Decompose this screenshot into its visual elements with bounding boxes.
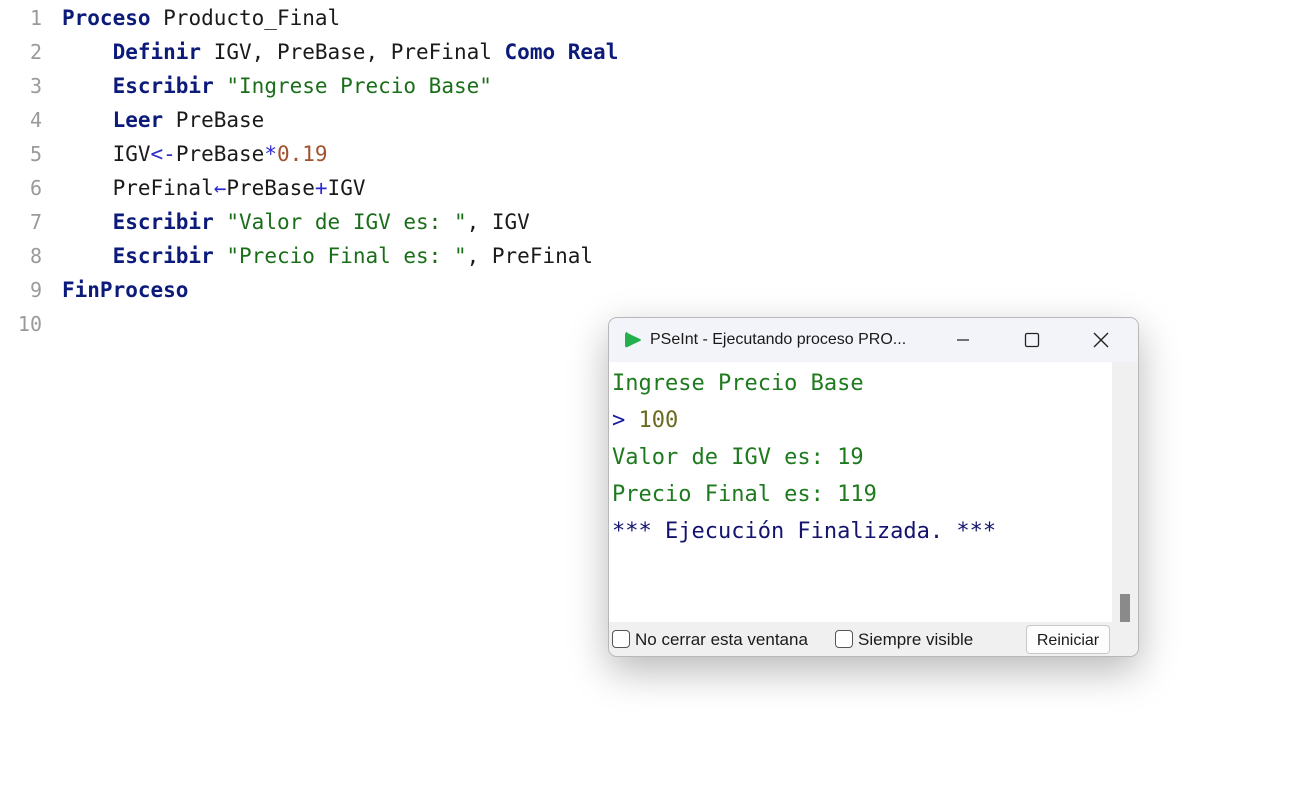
code-text: Definir IGV, PreBase, PreFinal Como Real [62, 35, 619, 69]
identifier-token [555, 40, 568, 64]
identifier-token: IGV, PreBase, PreFinal [201, 40, 505, 64]
line-number: 4 [29, 108, 42, 132]
identifier-token [62, 244, 113, 268]
keyword-token: Escribir [112, 210, 214, 234]
siempre-visible-checkbox[interactable] [835, 630, 853, 648]
identifier-token: IGV [62, 142, 151, 166]
maximize-button[interactable] [999, 318, 1065, 362]
code-text: IGV<-PreBase*0.19 [62, 137, 328, 171]
minimize-icon [957, 339, 969, 341]
identifier-token: , IGV [466, 210, 530, 234]
identifier-token: IGV [327, 176, 366, 200]
execution-window: PSeInt - Ejecutando proceso PRO... Ingre… [608, 317, 1139, 657]
string-token: "Precio Final es: " [226, 244, 467, 268]
operator-token: <- [150, 142, 176, 166]
keyword-token: Como [504, 40, 556, 64]
identifier-token [62, 40, 113, 64]
input-prompt-symbol: > [612, 408, 626, 433]
string-token: "Ingrese Precio Base" [226, 74, 492, 98]
code-text: PreFinal←PreBase+IGV [62, 171, 366, 205]
keyword-token: Proceso [62, 6, 151, 30]
keyword-token: Escribir [112, 74, 214, 98]
code-text: Proceso Producto_Final [62, 1, 340, 35]
keyword-token: Real [567, 40, 619, 64]
code-text: Escribir "Valor de IGV es: ", IGV [62, 205, 530, 239]
string-token: "Valor de IGV es: " [226, 210, 467, 234]
identifier-token: Producto_Final [150, 6, 341, 30]
operator-token: + [314, 176, 328, 200]
line-number: 2 [29, 40, 42, 64]
identifier-token: PreBase [175, 142, 265, 166]
close-icon [1093, 332, 1109, 348]
console-output[interactable]: Ingrese Precio Base > 100 Valor de IGV e… [609, 362, 1112, 622]
keyword-token: Definir [112, 40, 202, 64]
identifier-token: , PreFinal [466, 244, 594, 268]
title-bar[interactable]: PSeInt - Ejecutando proceso PRO... [609, 318, 1138, 362]
identifier-token [214, 74, 227, 98]
line-number: 1 [29, 6, 42, 30]
input-value: 100 [638, 408, 679, 433]
line-number: 6 [29, 176, 42, 200]
line-number: 10 [17, 312, 42, 336]
code-text: FinProceso [62, 273, 188, 307]
identifier-token [62, 74, 113, 98]
window-title: PSeInt - Ejecutando proceso PRO... [650, 331, 907, 348]
options-bar: No cerrar esta ventana Siempre visible R… [609, 622, 1138, 656]
keyword-token: Escribir [112, 244, 214, 268]
siempre-visible-label[interactable]: Siempre visible [858, 622, 973, 656]
code-text: Escribir "Precio Final es: ", PreFinal [62, 239, 593, 273]
identifier-token: PreBase [226, 176, 315, 200]
line-number: 5 [29, 142, 42, 166]
console-line: *** Ejecución Finalizada. *** [612, 519, 997, 544]
no-cerrar-checkbox[interactable] [612, 630, 630, 648]
console-input-line: > 100 [612, 402, 678, 439]
operator-token: ← [213, 176, 227, 200]
line-number: 3 [29, 74, 42, 98]
reiniciar-button[interactable]: Reiniciar [1026, 625, 1110, 654]
identifier-token: PreFinal [62, 176, 214, 200]
line-number: 7 [29, 210, 42, 234]
vertical-scrollbar[interactable] [1112, 362, 1138, 630]
maximize-icon [1024, 332, 1040, 348]
operator-token: * [264, 142, 277, 166]
keyword-token: Leer [112, 108, 164, 132]
pseint-play-icon [625, 332, 641, 348]
no-cerrar-label[interactable]: No cerrar esta ventana [635, 622, 808, 656]
code-text: Leer PreBase [62, 103, 265, 137]
code-text: Escribir "Ingrese Precio Base" [62, 69, 492, 103]
identifier-token: PreBase [163, 108, 265, 132]
console-line: Ingrese Precio Base [612, 371, 864, 396]
line-number: 9 [29, 278, 42, 302]
console-line: Precio Final es: 119 [612, 482, 877, 507]
identifier-token [214, 210, 227, 234]
keyword-token: FinProceso [62, 278, 189, 302]
identifier-token [62, 210, 113, 234]
minimize-button[interactable] [930, 318, 996, 362]
console-line: Valor de IGV es: 19 [612, 445, 864, 470]
close-button[interactable] [1068, 318, 1134, 362]
identifier-token [62, 108, 113, 132]
line-number: 8 [29, 244, 42, 268]
number-token: 0.19 [276, 142, 328, 166]
identifier-token [214, 244, 227, 268]
